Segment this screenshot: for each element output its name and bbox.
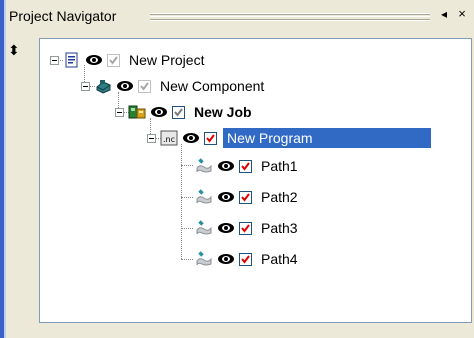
include-checkbox[interactable] (239, 252, 252, 266)
visibility-eye-icon[interactable] (217, 222, 235, 234)
visibility-eye-icon[interactable] (116, 80, 134, 92)
tree-node-label: Path2 (261, 189, 298, 205)
collapse-toggle[interactable] (115, 107, 124, 117)
visibility-eye-icon[interactable] (150, 106, 168, 118)
tree-node-label: Path1 (261, 158, 298, 174)
include-checkbox[interactable] (172, 105, 185, 119)
panel-drag-grip[interactable] (150, 13, 430, 21)
visibility-eye-icon[interactable] (182, 132, 200, 144)
tree-connector (181, 197, 193, 199)
include-checkbox[interactable] (138, 79, 151, 93)
tree-node-label: New Project (129, 52, 205, 68)
tree-node-new-program[interactable]: .nc New Program (147, 127, 431, 149)
tree-node-new-component[interactable]: New Component (81, 75, 267, 97)
panel-titlebar[interactable]: Project Navigator ◂ × (6, 0, 474, 30)
project-tree[interactable]: New Project New Component New Job .nc Ne… (39, 38, 472, 323)
collapse-toggle[interactable] (147, 133, 156, 143)
collapse-toggle[interactable] (81, 81, 90, 91)
panel-title: Project Navigator (9, 8, 117, 24)
tree-node-path2[interactable]: Path2 (195, 186, 301, 208)
visibility-eye-icon[interactable] (217, 191, 235, 203)
component-icon (96, 80, 111, 94)
tree-node-path3[interactable]: Path3 (195, 217, 301, 239)
tree-node-label: Path3 (261, 220, 298, 236)
include-checkbox[interactable] (239, 221, 252, 235)
include-checkbox[interactable] (107, 53, 120, 67)
tree-node-label: New Job (194, 104, 252, 120)
job-machine-icon (128, 105, 146, 119)
collapse-arrow-button[interactable]: ◂ (437, 7, 451, 21)
tree-connector (181, 228, 193, 230)
project-navigator-panel: Project Navigator ◂ × ⬍ New Project New … (6, 0, 474, 338)
tree-node-new-project[interactable]: New Project (50, 49, 207, 71)
visibility-eye-icon[interactable] (217, 160, 235, 172)
tree-connector (181, 259, 193, 261)
tree-node-new-job[interactable]: New Job (115, 101, 255, 123)
visibility-eye-icon[interactable] (217, 253, 235, 265)
tree-node-path4[interactable]: Path4 (195, 248, 301, 270)
svg-text:.nc: .nc (163, 135, 175, 144)
tree-node-label: Path4 (261, 251, 298, 267)
include-checkbox[interactable] (204, 131, 217, 145)
collapse-toggle[interactable] (50, 55, 59, 65)
tree-node-label: New Program (223, 128, 431, 148)
tree-connector (181, 165, 193, 167)
tree-node-label: New Component (160, 78, 265, 94)
toolpath-icon (196, 220, 212, 235)
project-document-icon (65, 52, 78, 68)
sort-order-icon[interactable]: ⬍ (8, 43, 20, 57)
include-checkbox[interactable] (239, 159, 252, 173)
nc-program-icon: .nc (160, 130, 178, 146)
tree-connector (181, 144, 183, 259)
toolpath-icon (196, 189, 212, 204)
toolpath-icon (196, 251, 212, 266)
include-checkbox[interactable] (239, 190, 252, 204)
close-button[interactable]: × (455, 6, 469, 21)
tree-node-path1[interactable]: Path1 (195, 155, 301, 177)
visibility-eye-icon[interactable] (85, 54, 103, 66)
toolpath-icon (196, 158, 212, 173)
